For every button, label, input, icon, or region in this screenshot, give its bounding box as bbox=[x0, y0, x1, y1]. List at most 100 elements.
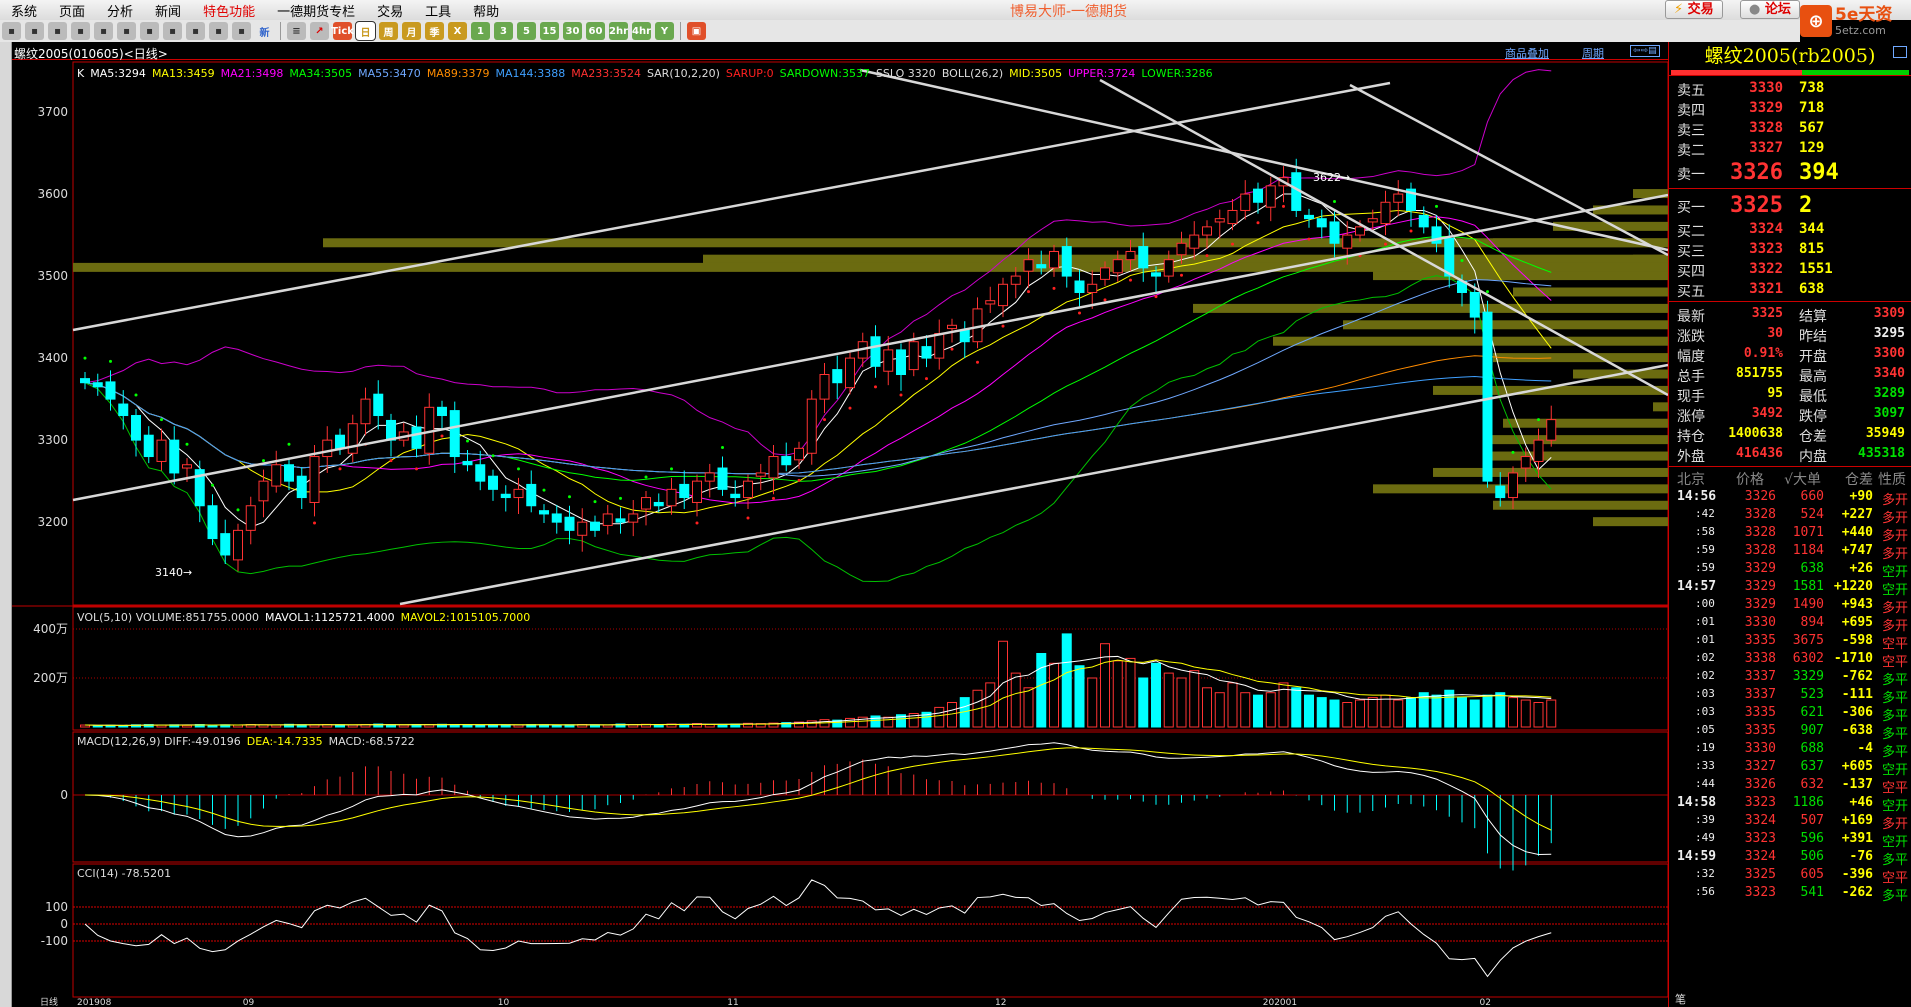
level-price: 3323 bbox=[1749, 241, 1783, 257]
order-level: 买五3321638 bbox=[1669, 279, 1911, 299]
tick-time: :39 bbox=[1695, 813, 1715, 826]
legend-item: MACD:-68.5722 bbox=[329, 735, 415, 748]
macd-tick: 0 bbox=[60, 788, 68, 802]
candle bbox=[514, 489, 523, 497]
macd-diff-line bbox=[85, 743, 1551, 855]
tick-oi-change: -598 bbox=[1842, 633, 1873, 648]
legend-item: VOL(5,10) VOLUME:851755.0000 bbox=[77, 611, 259, 624]
candle bbox=[705, 473, 714, 481]
sar-dot bbox=[313, 521, 316, 524]
trend-line[interactable] bbox=[73, 83, 1390, 330]
sar-dot bbox=[415, 467, 418, 470]
stat-value: 3097 bbox=[1874, 406, 1905, 421]
legend-item: MA21:3498 bbox=[221, 67, 284, 80]
candle bbox=[208, 506, 217, 539]
tick-time: :00 bbox=[1695, 597, 1715, 610]
volume-profile-bar bbox=[1343, 320, 1668, 329]
tick-list[interactable]: 北京价格√大单仓差性质14:563326660+90多开:423328524+2… bbox=[1669, 466, 1911, 901]
candle bbox=[170, 440, 179, 473]
level-label: 卖一 bbox=[1677, 164, 1705, 184]
candle bbox=[1381, 202, 1390, 223]
candle bbox=[591, 522, 600, 530]
volume-bar bbox=[1343, 703, 1352, 728]
tick-price: 3323 bbox=[1745, 831, 1776, 846]
candle bbox=[1496, 486, 1505, 497]
volume-profile-bar bbox=[1513, 287, 1668, 296]
trend-line[interactable] bbox=[1100, 80, 1668, 395]
volume-bar bbox=[1547, 700, 1556, 727]
candle bbox=[1509, 473, 1518, 498]
stat-value: 3309 bbox=[1874, 306, 1905, 321]
order-level: 卖三3328567 bbox=[1669, 118, 1911, 138]
candle bbox=[693, 481, 702, 502]
candle bbox=[807, 399, 816, 453]
vol-tick: 400万 bbox=[33, 622, 68, 636]
bottom-tab-trades[interactable]: 笔 bbox=[1675, 991, 1686, 1007]
volume-bar bbox=[1534, 703, 1543, 728]
candle bbox=[1075, 281, 1084, 292]
volume-bar bbox=[1381, 695, 1390, 727]
candle bbox=[999, 284, 1008, 305]
candle bbox=[361, 399, 370, 424]
tick-time: :59 bbox=[1695, 561, 1715, 574]
candle bbox=[106, 382, 115, 399]
price-tick: 3500 bbox=[37, 269, 68, 283]
candle bbox=[1228, 210, 1237, 223]
stat-value: 30 bbox=[1767, 326, 1783, 341]
level-label: 卖三 bbox=[1677, 120, 1705, 140]
maximize-icon[interactable] bbox=[1893, 46, 1907, 58]
tick-row: :333327637+605空开 bbox=[1669, 757, 1911, 775]
tick-time: :01 bbox=[1695, 633, 1715, 646]
level-volume: 638 bbox=[1799, 281, 1824, 297]
volume-bar bbox=[1139, 678, 1148, 727]
candle bbox=[336, 435, 345, 448]
vol-tick: 200万 bbox=[33, 671, 68, 685]
tick-volume: 894 bbox=[1801, 615, 1824, 630]
volume-profile-bar bbox=[1483, 452, 1668, 461]
candle bbox=[795, 448, 804, 459]
trade-button[interactable]: ⚡ 交易 bbox=[1665, 0, 1723, 19]
tick-time: :32 bbox=[1695, 867, 1715, 880]
trend-line[interactable] bbox=[1350, 85, 1668, 255]
sar-dot bbox=[262, 459, 265, 462]
stat-value: 95 bbox=[1767, 386, 1783, 401]
tick-time: :42 bbox=[1695, 507, 1715, 520]
tick-price: 3325 bbox=[1745, 867, 1776, 882]
sar-dot bbox=[1180, 274, 1183, 277]
candle bbox=[272, 465, 281, 486]
stat-label: 最低 bbox=[1799, 386, 1827, 406]
stat-label: 仓差 bbox=[1799, 426, 1827, 446]
sar-dot bbox=[288, 443, 291, 446]
volume-bar bbox=[399, 725, 408, 727]
tick-volume: 660 bbox=[1801, 489, 1824, 504]
candle bbox=[642, 498, 651, 509]
level-price: 3324 bbox=[1749, 221, 1783, 237]
candle bbox=[1088, 284, 1097, 292]
x-axis-label: 201908 bbox=[77, 998, 112, 1007]
level-price: 3327 bbox=[1749, 140, 1783, 156]
volume-bar bbox=[1368, 698, 1377, 727]
tick-oi-change: -4 bbox=[1857, 741, 1873, 756]
sar-dot bbox=[1002, 325, 1005, 328]
forum-button[interactable]: ● 论坛 bbox=[1740, 0, 1800, 19]
buy-ratio-fill bbox=[1671, 70, 1802, 75]
sar-dot bbox=[568, 495, 571, 498]
tick-volume: 507 bbox=[1801, 813, 1824, 828]
cci-tick: 0 bbox=[60, 917, 68, 931]
candle bbox=[1215, 219, 1224, 222]
candle bbox=[846, 358, 855, 388]
tick-price: 3323 bbox=[1745, 885, 1776, 900]
order-level: 买四33221551 bbox=[1669, 259, 1911, 279]
volume-bar bbox=[1305, 695, 1314, 727]
stat-value: 3492 bbox=[1752, 406, 1783, 421]
lightning-icon: ⚡ bbox=[1674, 2, 1683, 17]
tick-volume: 1490 bbox=[1793, 597, 1824, 612]
kline-chart[interactable]: 3700360035003400330032003622→3140→400万20… bbox=[0, 0, 1668, 1007]
sar-dot bbox=[1410, 229, 1413, 232]
order-level: 卖一3326394 bbox=[1669, 158, 1911, 186]
stat-label: 内盘 bbox=[1799, 446, 1827, 466]
tick-row: :0233373329-762多平 bbox=[1669, 667, 1911, 685]
candle bbox=[157, 440, 166, 461]
volume-bar bbox=[1190, 671, 1199, 727]
tick-oi-change: +391 bbox=[1842, 831, 1873, 846]
